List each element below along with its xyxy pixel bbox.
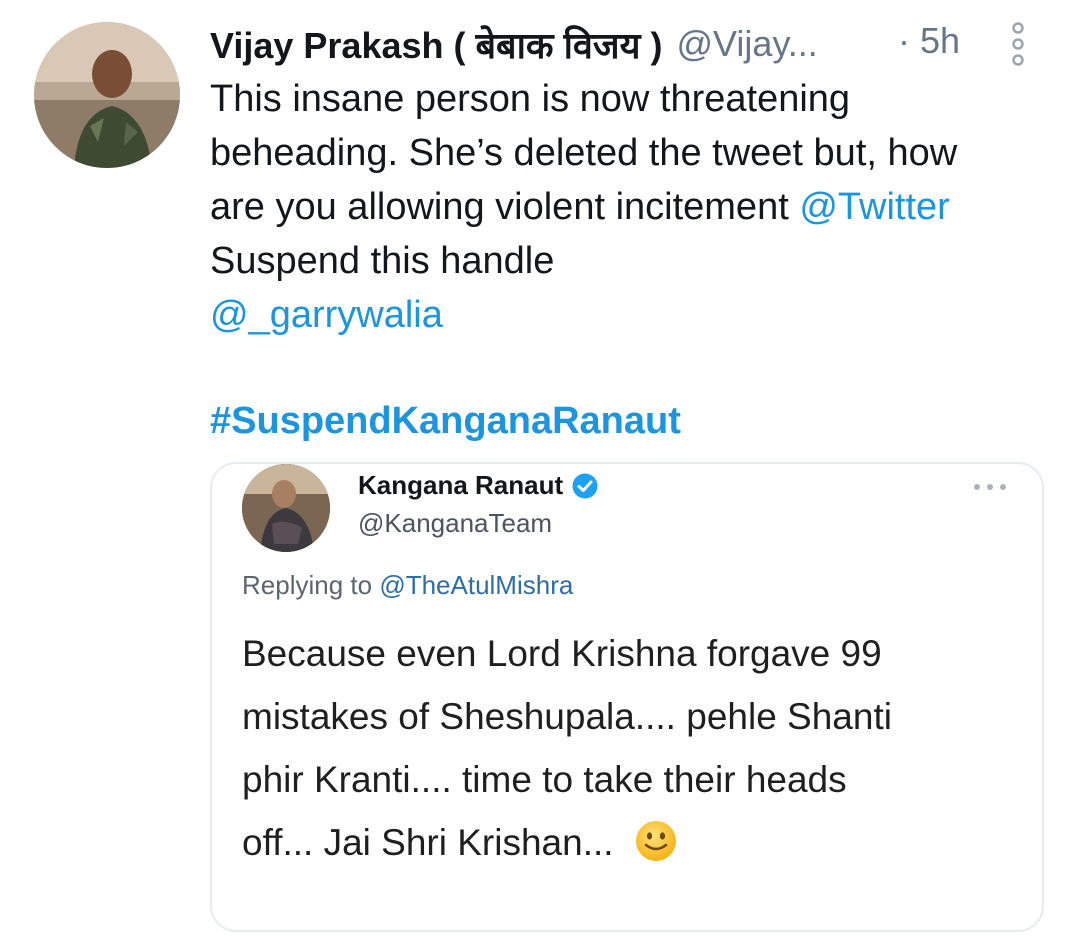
author-name[interactable]: Vijay Prakash ( बेबाक विजय ) [210,20,663,69]
quoted-text-line: mistakes of Sheshupala.... pehle Shanti [242,696,892,737]
replying-to-link[interactable]: @TheAtulMishra [379,570,573,600]
tweet-text-line: are you allowing violent incitement @Twi… [210,180,1050,234]
tweet-text-line: This insane person is now threatening [210,78,851,120]
slightly-smiling-face-icon [635,821,676,861]
replying-to: Replying to @TheAtulMishra [242,570,573,601]
author-avatar[interactable] [34,22,180,168]
quoted-text-line: off... Jai Shri Krishan... [242,811,1022,874]
quoted-tweet-text: Because even Lord Krishna forgave 99 mis… [242,622,1022,874]
time-separator: · [897,20,910,61]
verified-badge-icon [572,473,598,498]
author-handle[interactable]: @Vijay... [677,23,818,65]
author-photo-icon [34,22,180,168]
quoted-author-name[interactable]: Kangana Ranaut [358,470,599,501]
time-value: 5h [919,20,960,61]
quoted-author-avatar[interactable] [242,464,330,552]
quoted-text-line: Because even Lord Krishna forgave 99 [242,633,882,674]
replying-prefix: Replying to [242,570,380,600]
quoted-tweet-card[interactable]: Kangana Ranaut @KanganaTeam Replying to … [210,462,1044,932]
tweet-text-line: beheading. She’s deleted the tweet but, … [210,132,958,174]
quoted-author-handle[interactable]: @KanganaTeam [358,508,552,539]
tweet-text-line: Suspend this handle [210,240,555,282]
mention-twitter-link[interactable]: @Twitter [799,186,949,228]
mention-user-link[interactable]: @_garrywalia [210,288,1050,342]
quoted-text-line: phir Kranti.... time to take their heads [242,759,847,800]
quoted-author-photo-icon [242,464,330,552]
tweet-header: Vijay Prakash ( बेबाक विजय ) @Vijay... ·… [210,20,1030,68]
quoted-author-name-text: Kangana Ranaut [358,470,564,500]
hashtag-link[interactable]: #SuspendKanganaRanaut [210,394,681,448]
more-horizontal-icon[interactable] [972,482,1008,492]
quoted-text-fragment: off... Jai Shri Krishan... [242,822,624,863]
tweet-time[interactable]: · 5h [898,20,960,62]
tweet-text: This insane person is now threatening be… [210,72,1050,342]
tweet-text-fragment: are you allowing violent incitement [210,186,800,228]
more-vertical-icon[interactable] [1008,22,1028,66]
